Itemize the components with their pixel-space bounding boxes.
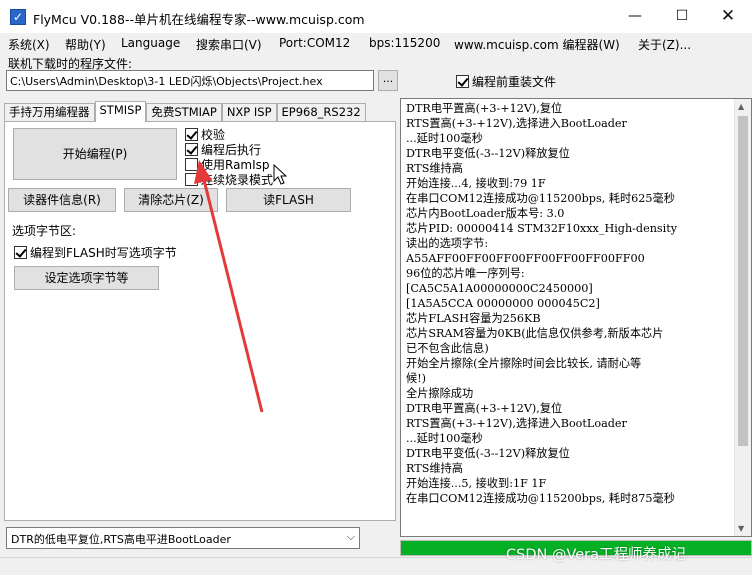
tab-stmisp[interactable]: STMISP <box>94 101 147 122</box>
mouse-cursor-icon <box>273 164 287 185</box>
arrow-shaft <box>201 175 264 413</box>
arrow-head <box>194 160 212 184</box>
annotation-arrow <box>194 160 264 413</box>
